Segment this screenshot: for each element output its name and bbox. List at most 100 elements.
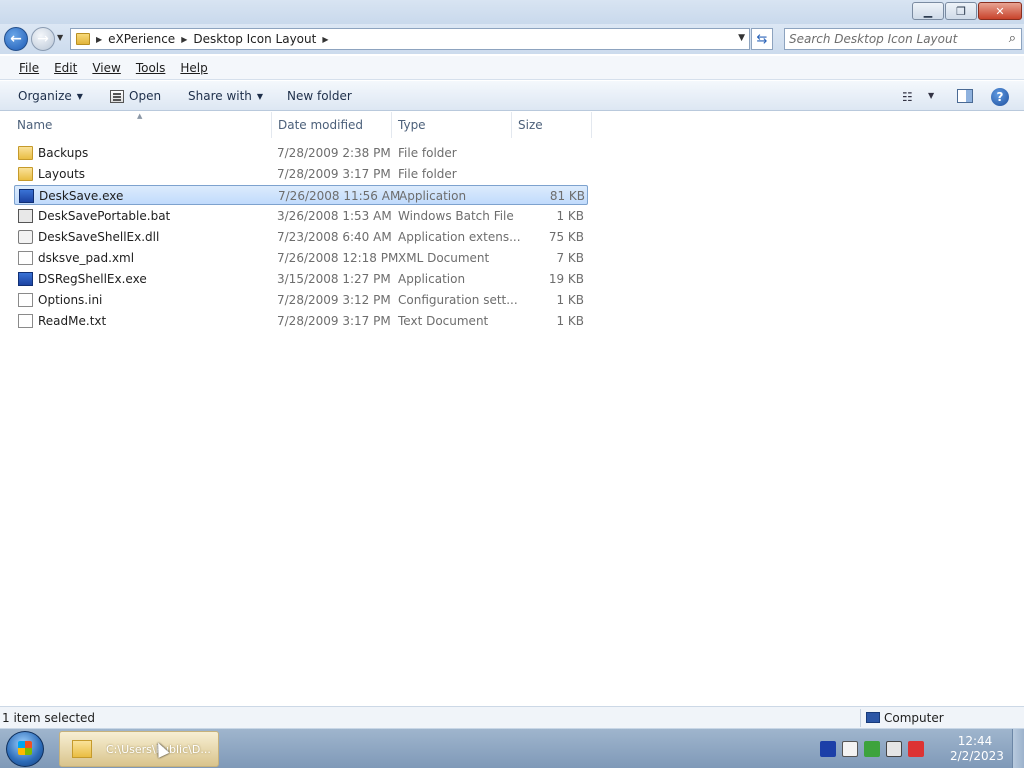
file-type: Application <box>398 272 466 286</box>
bat-file-icon <box>18 209 33 223</box>
file-size: 75 KB <box>548 230 584 244</box>
taskbar: C:\Users\Public\D... 12:44 2/2/2023 <box>0 728 1024 768</box>
menu-edit[interactable]: Edit <box>54 61 77 75</box>
close-button[interactable]: ✕ <box>978 2 1022 20</box>
file-date-modified: 3/26/2008 1:53 AM <box>277 209 392 223</box>
breadcrumb-chevron-icon[interactable]: ▶ <box>181 35 187 44</box>
windows-logo-icon <box>18 741 32 755</box>
status-bar: 1 item selected Computer <box>0 706 1024 728</box>
folder-icon <box>76 33 90 45</box>
maximize-button[interactable]: ❐ <box>945 2 977 20</box>
sort-ascending-icon: ▲ <box>137 112 143 120</box>
column-header-type[interactable]: Type <box>398 118 426 132</box>
preview-pane-icon[interactable] <box>957 89 973 103</box>
minimize-button[interactable]: ▁ <box>912 2 944 20</box>
share-with-button[interactable]: Share with ▼ <box>188 89 263 103</box>
command-bar: Organize ▼ Open Share with ▼ New folder … <box>0 81 1024 111</box>
file-row[interactable]: Backups 7/28/2009 2:38 PM File folder <box>14 143 588 163</box>
column-divider[interactable] <box>511 112 512 138</box>
organize-button[interactable]: Organize ▼ <box>18 89 83 103</box>
open-button[interactable]: Open <box>110 89 161 103</box>
exe-file-icon <box>19 189 34 203</box>
file-date-modified: 7/28/2009 3:17 PM <box>277 167 391 181</box>
column-header-size[interactable]: Size <box>518 118 543 132</box>
search-input[interactable] <box>789 31 999 47</box>
clock-date: 2/2/2023 <box>950 749 1004 763</box>
dll-file-icon <box>18 230 33 244</box>
file-row[interactable]: DeskSaveShellEx.dll 7/23/2008 6:40 AM Appl… <box>14 227 588 247</box>
folder-file-icon <box>18 167 33 181</box>
file-row[interactable]: DeskSave.exe 7/26/2008 11:56 AM Applicatio… <box>14 185 588 205</box>
window-controls: ▁ ❐ ✕ <box>912 2 1022 20</box>
address-bar[interactable]: ▶ eXPerience ▶ Desktop Icon Layout ▶ ▼ <box>70 28 750 50</box>
file-name: DSRegShellEx.exe <box>38 272 147 286</box>
start-button[interactable] <box>6 731 44 767</box>
tray-app-icon[interactable] <box>820 741 836 757</box>
menu-help[interactable]: Help <box>180 61 207 75</box>
column-divider[interactable] <box>271 112 272 138</box>
recent-pages-dropdown[interactable]: ▼ <box>57 33 63 42</box>
view-details-icon[interactable]: ☷ <box>902 90 913 104</box>
file-type: XML Document <box>398 251 490 265</box>
file-row[interactable]: dsksve_pad.xml 7/26/2008 12:18 PM XML Docu… <box>14 248 588 268</box>
exe-file-icon <box>18 272 33 286</box>
column-divider[interactable] <box>391 112 392 138</box>
file-date-modified: 3/15/2008 1:27 PM <box>277 272 391 286</box>
file-row[interactable]: Layouts 7/28/2009 3:17 PM File folder <box>14 164 588 184</box>
file-row[interactable]: Options.ini 7/28/2009 3:12 PM Configuratio… <box>14 290 588 310</box>
arrow-left-icon: ← <box>10 31 22 47</box>
action-center-icon[interactable] <box>864 741 880 757</box>
help-icon[interactable]: ? <box>991 88 1009 106</box>
folder-file-icon <box>18 146 33 160</box>
file-date-modified: 7/23/2008 6:40 AM <box>277 230 392 244</box>
new-folder-label: New folder <box>287 89 352 103</box>
file-date-modified: 7/28/2009 2:38 PM <box>277 146 391 160</box>
file-name: Backups <box>38 146 89 160</box>
status-divider <box>860 709 861 727</box>
breadcrumb-chevron-icon[interactable]: ▶ <box>322 35 328 44</box>
search-box: ⌕ <box>784 28 1022 50</box>
file-size: 1 KB <box>556 314 584 328</box>
address-dropdown-icon[interactable]: ▼ <box>738 33 745 43</box>
arrow-right-icon: → <box>37 31 49 47</box>
menu-file[interactable]: File <box>19 61 39 75</box>
breadcrumb-chevron-icon[interactable]: ▶ <box>96 35 102 44</box>
file-row[interactable]: DSRegShellEx.exe 3/15/2008 1:27 PM Applica… <box>14 269 588 289</box>
selection-count: 1 item selected <box>2 711 96 725</box>
column-divider[interactable] <box>591 112 592 138</box>
column-header-date-modified[interactable]: Date modified <box>278 118 363 132</box>
forward-button[interactable]: → <box>31 27 55 51</box>
menu-bar: File Edit View Tools Help <box>0 56 1024 80</box>
column-header-name[interactable]: Name <box>17 118 52 132</box>
back-button[interactable]: ← <box>4 27 28 51</box>
file-date-modified: 7/26/2008 12:18 PM <box>277 251 399 265</box>
search-icon[interactable]: ⌕ <box>1009 31 1016 46</box>
network-icon[interactable] <box>886 741 902 757</box>
file-date-modified: 7/26/2008 11:56 AM <box>278 189 401 203</box>
doc-file-icon <box>18 314 33 328</box>
volume-muted-icon[interactable] <box>908 741 924 757</box>
new-folder-button[interactable]: New folder <box>287 89 352 103</box>
navigation-bar: ← → ▼ ▶ eXPerience ▶ Desktop Icon Layout… <box>0 24 1024 54</box>
refresh-button[interactable]: ⇆ <box>751 28 773 50</box>
open-icon <box>110 89 124 103</box>
doc-file-icon <box>18 293 33 307</box>
refresh-icon: ⇆ <box>756 31 768 47</box>
file-size: 81 KB <box>549 189 585 203</box>
menu-view[interactable]: View <box>92 61 120 75</box>
chevron-down-icon[interactable]: ▼ <box>928 91 934 100</box>
file-size: 19 KB <box>548 272 584 286</box>
show-desktop-button[interactable] <box>1012 729 1024 768</box>
title-bar: ▁ ❐ ✕ <box>0 0 1024 24</box>
breadcrumb-desktop-icon-layout[interactable]: Desktop Icon Layout <box>193 32 316 46</box>
breadcrumb-experience[interactable]: eXPerience <box>108 32 175 46</box>
system-clock[interactable]: 12:44 2/2/2023 <box>950 734 1004 764</box>
file-type: File folder <box>398 167 457 181</box>
menu-tools[interactable]: Tools <box>136 61 166 75</box>
tray-document-icon[interactable] <box>842 741 858 757</box>
taskbar-explorer-window[interactable]: C:\Users\Public\D... <box>59 731 219 767</box>
file-row[interactable]: DeskSavePortable.bat 3/26/2008 1:53 AM Win… <box>14 206 588 226</box>
file-type: Configuration sett... <box>398 293 518 307</box>
file-row[interactable]: ReadMe.txt 7/28/2009 3:17 PM Text Document… <box>14 311 588 331</box>
file-date-modified: 7/28/2009 3:12 PM <box>277 293 391 307</box>
